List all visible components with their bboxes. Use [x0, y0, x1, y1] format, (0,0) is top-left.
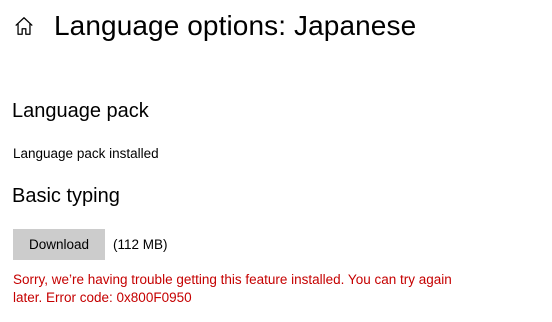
- download-button[interactable]: Download: [13, 229, 105, 260]
- error-message: Sorry, we’re having trouble getting this…: [13, 272, 452, 305]
- header: Language options: Japanese: [12, 6, 416, 46]
- basic-typing-heading: Basic typing: [12, 185, 120, 207]
- home-icon: [15, 17, 33, 35]
- language-pack-heading: Language pack: [12, 100, 149, 122]
- page-title: Language options: Japanese: [54, 10, 417, 41]
- home-button[interactable]: [12, 14, 36, 38]
- download-row: Download (112 MB): [13, 229, 168, 260]
- download-size: (112 MB): [113, 237, 168, 252]
- language-pack-status: Language pack installed: [13, 146, 159, 161]
